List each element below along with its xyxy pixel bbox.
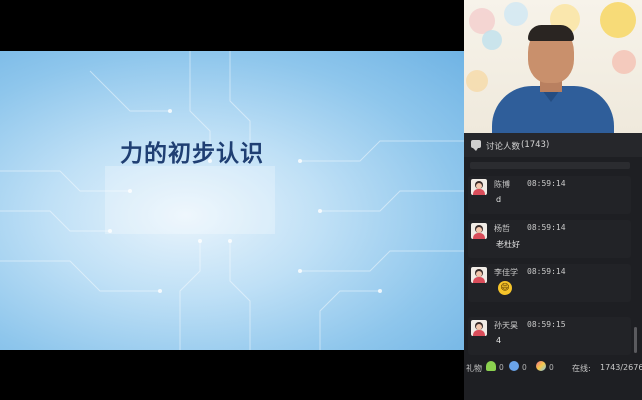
chat-list-top-placeholder	[470, 162, 630, 169]
discussion-label: 讨论人数	[486, 142, 521, 152]
message-text: d	[496, 195, 502, 204]
teacher-video	[464, 0, 642, 133]
message-time: 08:59:14	[527, 267, 566, 276]
user-avatar	[471, 320, 487, 336]
message-text: 4	[496, 336, 502, 345]
message-sender: 李佳学	[494, 268, 518, 277]
slide-area: 力的初步认识	[0, 0, 464, 400]
user-avatar	[471, 223, 487, 239]
slide-title: 力的初步认识	[120, 141, 264, 167]
chat-bubble-icon	[471, 140, 481, 151]
gift-count: 0	[549, 363, 554, 372]
chat-message: 孙天昊 08:59:15 4	[468, 317, 631, 355]
right-panel: 讨论人数 (1743) 陈博 08:59:14 d 杨哲 08:59:14 老杜…	[464, 0, 642, 400]
balloon-icon	[536, 361, 546, 371]
message-time: 08:59:15	[527, 320, 566, 329]
message-sender: 陈博	[494, 180, 510, 189]
chat-list[interactable]: 陈博 08:59:14 d 杨哲 08:59:14 老杜好 李佳学 08:59:…	[464, 157, 642, 357]
slide-title-highlight	[105, 166, 275, 234]
chat-message: 杨哲 08:59:14 老杜好	[468, 220, 631, 258]
message-time: 08:59:14	[527, 223, 566, 232]
wall-decoration	[466, 70, 488, 92]
message-text: 老杜好	[496, 240, 520, 249]
flower-icon	[486, 361, 496, 371]
teacher-hair	[528, 25, 574, 41]
bottom-status-bar: 礼物 0 0 0 在线: 1743/2676	[464, 358, 642, 378]
gift-count: 0	[522, 363, 527, 372]
wall-decoration	[504, 2, 528, 26]
online-count: 1743/2676	[600, 363, 642, 372]
wall-decoration	[482, 30, 502, 50]
user-avatar	[471, 267, 487, 283]
message-sender: 杨哲	[494, 224, 510, 233]
gift-label: 礼物	[466, 364, 482, 373]
user-avatar	[471, 179, 487, 195]
chat-scrollbar-thumb[interactable]	[634, 327, 637, 353]
message-time: 08:59:14	[527, 179, 566, 188]
gift-count: 0	[499, 363, 504, 372]
chat-message: 陈博 08:59:14 d	[468, 176, 631, 214]
message-sender: 孙天昊	[494, 321, 518, 330]
presentation-slide: 力的初步认识	[0, 51, 464, 350]
online-label: 在线:	[572, 364, 591, 373]
laughing-emoji-icon: 😄	[498, 281, 512, 295]
discussion-count: (1743)	[521, 140, 550, 150]
discussion-header: 讨论人数 (1743)	[464, 133, 642, 157]
planet-icon	[509, 361, 519, 371]
chat-message: 李佳学 08:59:14 😄	[468, 264, 631, 302]
wall-decoration	[600, 2, 636, 38]
wall-decoration	[612, 50, 636, 74]
